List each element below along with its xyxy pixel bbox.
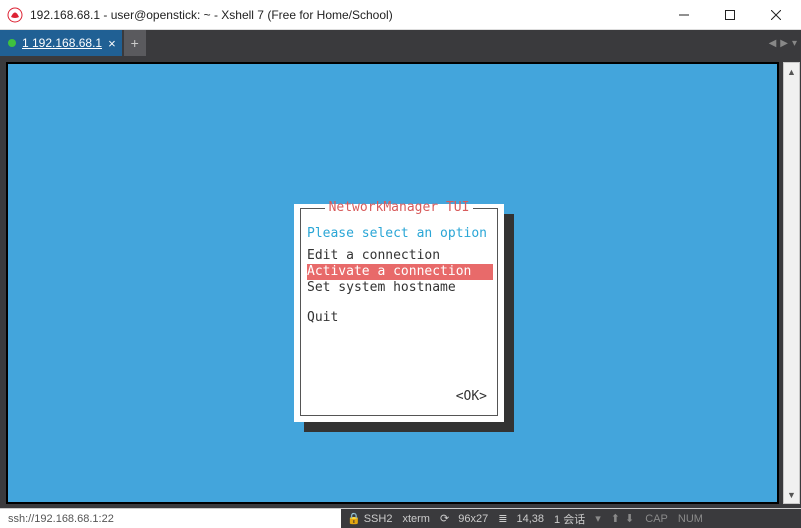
tui-item-edit[interactable]: Edit a connection — [307, 248, 493, 264]
maximize-button[interactable] — [707, 0, 753, 30]
tab-strip: 1 192.168.68.1 × + ◀ ▶ ▾ — [0, 30, 801, 56]
app-icon — [6, 6, 24, 24]
session-tab-active[interactable]: 1 192.168.68.1 × — [0, 30, 122, 56]
tab-next-icon[interactable]: ▶ — [780, 38, 788, 49]
window-title: 192.168.68.1 - user@openstick: ~ - Xshel… — [30, 8, 661, 22]
sessions-menu-icon[interactable]: ▾ — [595, 512, 601, 525]
status-term: xterm — [402, 513, 430, 525]
tui-menu: Edit a connection Activate a connection … — [307, 248, 493, 296]
terminal-viewport[interactable]: NetworkManager TUI Please select an opti… — [6, 62, 779, 504]
tab-close-icon[interactable]: × — [108, 37, 116, 50]
status-proto: SSH2 — [364, 513, 393, 525]
tui-ok-button[interactable]: <OK> — [456, 389, 487, 405]
status-cursor: 14,38 — [517, 513, 545, 525]
vertical-scrollbar[interactable]: ▲ ▼ — [783, 62, 800, 504]
tab-prev-icon[interactable]: ◀ — [769, 38, 777, 49]
status-traffic-icon: ⬆ ⬇ — [611, 512, 636, 525]
scroll-down-icon[interactable]: ▼ — [784, 486, 799, 503]
tui-dialog: NetworkManager TUI Please select an opti… — [294, 204, 504, 422]
tui-title: NetworkManager TUI — [325, 200, 474, 216]
window-titlebar: 192.168.68.1 - user@openstick: ~ - Xshel… — [0, 0, 801, 30]
tui-item-hostname[interactable]: Set system hostname — [307, 280, 493, 296]
tui-title-bar: NetworkManager TUI — [301, 200, 497, 216]
tui-item-activate[interactable]: Activate a connection — [307, 264, 493, 280]
status-num: NUM — [678, 513, 703, 525]
status-bar: ssh://192.168.68.1:22 🔒SSH2 xterm ⟳ 96x2… — [0, 508, 801, 528]
tab-nav: ◀ ▶ ▾ — [769, 30, 797, 56]
status-cap: CAP — [645, 513, 668, 525]
lock-icon: 🔒 — [347, 512, 361, 525]
session-tab-label: 1 192.168.68.1 — [22, 36, 102, 50]
close-button[interactable] — [753, 0, 799, 30]
client-area: NetworkManager TUI Please select an opti… — [0, 56, 801, 508]
status-size: 96x27 — [458, 513, 488, 525]
cursor-icon: ≣ — [498, 512, 507, 525]
tab-add-button[interactable]: + — [124, 30, 146, 56]
scroll-track[interactable] — [784, 80, 799, 486]
status-sessions: 1 会话 — [554, 511, 585, 527]
scroll-up-icon[interactable]: ▲ — [784, 63, 799, 80]
status-connection: ssh://192.168.68.1:22 — [0, 513, 122, 525]
size-icon: ⟳ — [440, 512, 449, 525]
connection-status-icon — [8, 39, 16, 47]
minimize-button[interactable] — [661, 0, 707, 30]
tui-prompt: Please select an option — [307, 226, 493, 242]
tui-item-quit[interactable]: Quit — [307, 310, 493, 326]
tab-menu-icon[interactable]: ▾ — [792, 38, 797, 49]
